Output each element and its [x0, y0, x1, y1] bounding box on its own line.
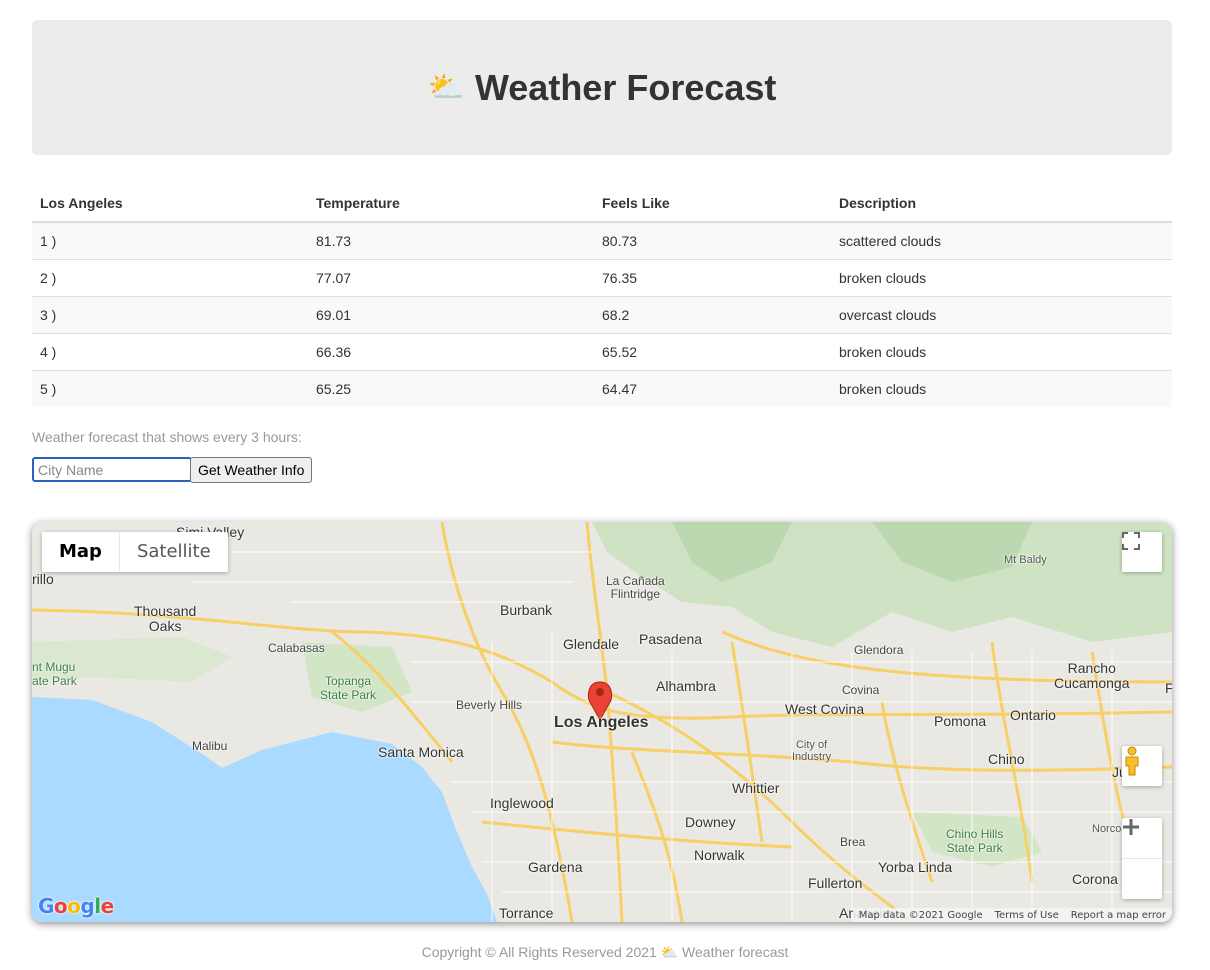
map-label-la-canada-flintridge: La Cañada Flintridge — [606, 574, 665, 601]
map-label-norwalk: Norwalk — [694, 847, 745, 863]
terms-of-use-link[interactable]: Terms of Use — [995, 910, 1059, 921]
temperature-cell: 81.73 — [308, 221, 594, 260]
map-label-pomona: Pomona — [934, 713, 987, 729]
map-data-credit: Map data ©2021 Google — [858, 909, 983, 921]
map-label-norco: Norco — [1092, 823, 1122, 835]
column-header-description: Description — [831, 184, 1172, 223]
report-map-error-link[interactable]: Report a map error — [1071, 910, 1166, 921]
row-index: 3 ) — [32, 296, 308, 334]
zoom-out-button[interactable] — [1122, 825, 1162, 899]
map-label-santa-monica: Santa Monica — [378, 744, 464, 760]
row-index: 1 ) — [32, 221, 308, 260]
map-label-edge-f: F — [1165, 680, 1172, 696]
page-title: ⛅ Weather Forecast — [428, 67, 777, 109]
feels-like-cell: 80.73 — [594, 221, 831, 260]
column-header-feels-like: Feels Like — [594, 184, 831, 223]
page-title-text: Weather Forecast — [474, 66, 777, 108]
table-row: 1 ) 81.73 80.73 scattered clouds — [32, 221, 1172, 260]
map-label-ontario: Ontario — [1010, 707, 1056, 723]
feels-like-cell: 76.35 — [594, 259, 831, 297]
table-row: 5 ) 65.25 64.47 broken clouds — [32, 370, 1172, 407]
header-banner: ⛅ Weather Forecast — [32, 20, 1172, 155]
map-label-alhambra: Alhambra — [656, 678, 716, 694]
google-logo[interactable]: Google — [38, 894, 114, 918]
map-label-chino-hills-state-park: Chino Hills State Park — [946, 827, 1004, 855]
street-view-pegman-button[interactable] — [1122, 746, 1162, 786]
map-label-chino: Chino — [988, 751, 1025, 767]
map-label-mt-baldy: Mt Baldy — [1004, 554, 1047, 566]
table-header-row: Los Angeles Temperature Feels Like Descr… — [32, 184, 1172, 223]
city-name-input[interactable] — [32, 457, 192, 482]
fullscreen-button[interactable] — [1122, 532, 1162, 572]
temperature-cell: 66.36 — [308, 333, 594, 371]
feels-like-cell: 65.52 — [594, 333, 831, 371]
map-label-burbank: Burbank — [500, 602, 553, 618]
map-label-city-of-industry: City of Industry — [792, 739, 832, 763]
map-label-rillo: rillo — [32, 571, 54, 587]
map-label-thousand-oaks: Thousand Oaks — [134, 603, 197, 634]
map-label-corona: Corona — [1072, 871, 1118, 887]
map-type-map-button[interactable]: Map — [42, 532, 119, 572]
temperature-cell: 69.01 — [308, 296, 594, 334]
map-type-satellite-button[interactable]: Satellite — [118, 532, 228, 572]
map-label-torrance: Torrance — [499, 905, 554, 921]
sun-behind-cloud-icon: ⛅ — [427, 70, 465, 105]
temperature-cell: 77.07 — [308, 259, 594, 297]
temperature-cell: 65.25 — [308, 370, 594, 407]
pegman-icon — [1125, 746, 1139, 776]
map-label-whittier: Whittier — [732, 780, 780, 796]
map-label-los-angeles: Los Angeles — [554, 714, 649, 731]
row-index: 5 ) — [32, 370, 308, 407]
sun-behind-cloud-icon: ⛅ — [660, 945, 679, 961]
forecast-table: Los Angeles Temperature Feels Like Descr… — [32, 184, 1172, 407]
column-header-temperature: Temperature — [308, 184, 594, 223]
map-attribution: Map data ©2021 Google Terms of Use Repor… — [852, 908, 1172, 922]
map-label-glendora: Glendora — [854, 643, 904, 657]
map-label-mugu-state-park: nt Mugu ate Park — [32, 660, 77, 688]
map-type-control: Map Satellite — [42, 532, 228, 572]
feels-like-cell: 64.47 — [594, 370, 831, 407]
map-label-malibu: Malibu — [192, 739, 228, 753]
zoom-control — [1122, 818, 1162, 899]
table-row: 4 ) 66.36 65.52 broken clouds — [32, 333, 1172, 371]
description-cell: broken clouds — [831, 259, 1172, 297]
table-row: 2 ) 77.07 76.35 broken clouds — [32, 259, 1172, 297]
map-label-downey: Downey — [685, 814, 736, 830]
map-label-covina: Covina — [842, 683, 880, 697]
map-label-glendale: Glendale — [563, 636, 620, 652]
row-index: 2 ) — [32, 259, 308, 297]
minus-icon — [1123, 825, 1139, 829]
table-row: 3 ) 69.01 68.2 overcast clouds — [32, 296, 1172, 334]
map-label-fullerton: Fullerton — [808, 875, 863, 891]
footer-site-name: Weather forecast — [682, 944, 789, 960]
map-label-gardena: Gardena — [528, 859, 583, 875]
map-label-topanga-state-park: Topanga State Park — [320, 674, 377, 702]
google-map[interactable]: Simi Valley Thousand Oaks Calabasas Topa… — [32, 522, 1172, 922]
description-cell: broken clouds — [831, 333, 1172, 371]
column-header-city: Los Angeles — [32, 184, 308, 223]
map-label-pasadena: Pasadena — [639, 631, 703, 647]
feels-like-cell: 68.2 — [594, 296, 831, 334]
footer: Copyright © All Rights Reserved 2021 ⛅ W… — [0, 944, 1210, 961]
map-label-inglewood: Inglewood — [490, 795, 554, 811]
fullscreen-icon — [1122, 532, 1140, 550]
description-cell: broken clouds — [831, 370, 1172, 407]
row-index: 4 ) — [32, 333, 308, 371]
get-weather-info-button[interactable]: Get Weather Info — [190, 457, 313, 483]
description-cell: overcast clouds — [831, 296, 1172, 334]
description-cell: scattered clouds — [831, 221, 1172, 260]
map-label-rancho-cucamonga: Rancho Cucamonga — [1054, 660, 1130, 691]
map-label-yorba-linda: Yorba Linda — [878, 859, 953, 875]
forecast-hint-text: Weather forecast that shows every 3 hour… — [32, 429, 302, 445]
map-label-beverly-hills: Beverly Hills — [456, 698, 523, 712]
map-label-west-covina: West Covina — [785, 701, 865, 717]
map-label-calabasas: Calabasas — [268, 641, 325, 655]
map-label-brea: Brea — [840, 835, 866, 849]
footer-copyright: Copyright © All Rights Reserved 2021 — [421, 944, 657, 960]
